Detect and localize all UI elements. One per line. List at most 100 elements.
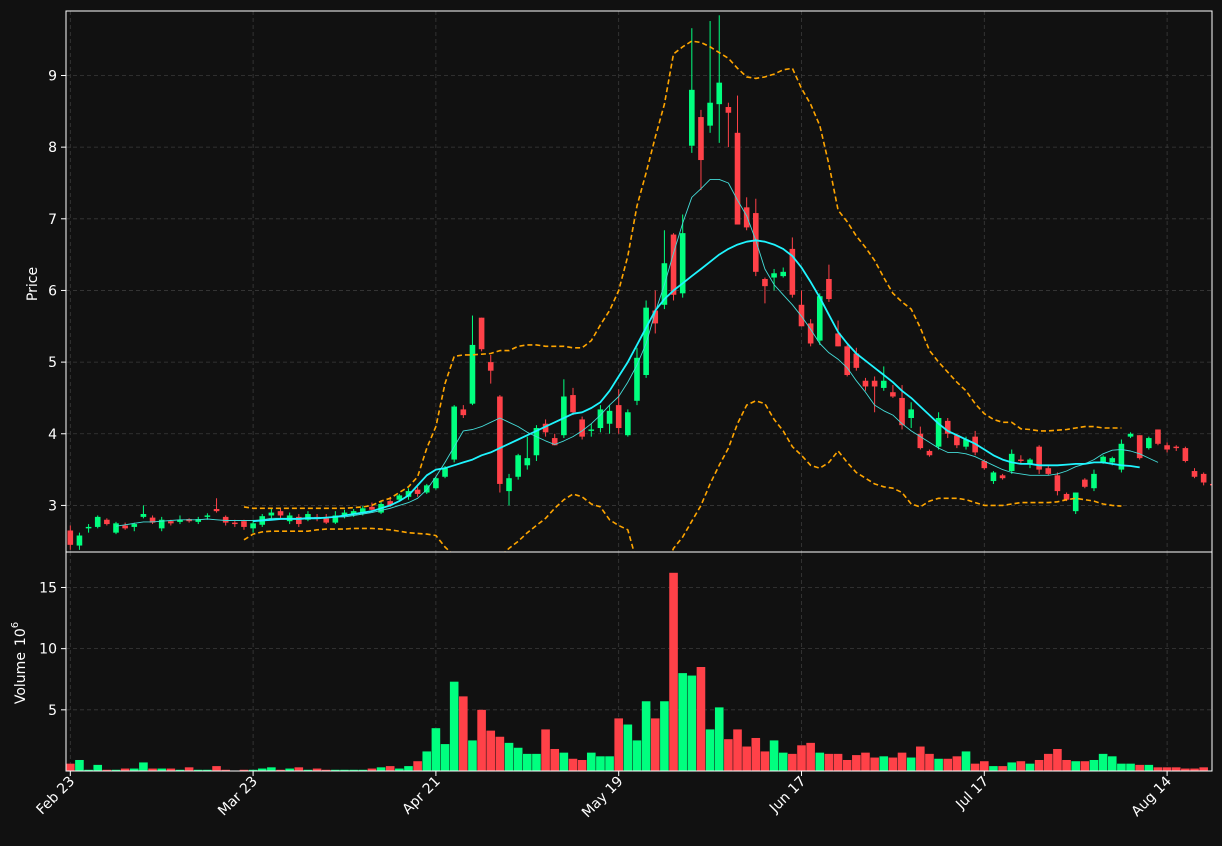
- volume-bar: [980, 761, 989, 771]
- volume-bar: [761, 751, 770, 771]
- volume-bar: [66, 764, 75, 771]
- candle-body: [918, 434, 924, 448]
- candle-body: [991, 472, 997, 481]
- candle-body: [95, 517, 101, 527]
- candle-body: [744, 207, 750, 227]
- candle-body: [214, 509, 220, 511]
- volume-bar: [422, 751, 431, 771]
- volume-bar: [916, 747, 925, 771]
- volume-bar: [468, 740, 477, 771]
- volume-bar: [486, 731, 495, 771]
- volume-bar: [569, 759, 578, 771]
- volume-bar: [413, 761, 422, 771]
- volume-bar: [678, 673, 687, 771]
- volume-bar: [633, 740, 642, 771]
- candle-body: [470, 345, 476, 404]
- candle-body: [908, 409, 914, 418]
- candle-body: [607, 411, 613, 424]
- volume-bar: [962, 751, 971, 771]
- candle-body: [872, 381, 878, 387]
- volume-bar: [697, 667, 706, 771]
- volume-bar: [212, 766, 221, 771]
- candle-body: [1173, 447, 1179, 448]
- volume-bar: [1090, 760, 1099, 771]
- candle-body: [1091, 474, 1097, 488]
- candle-body: [442, 468, 448, 477]
- volume-y-tick-label: 15: [39, 580, 57, 596]
- candle-body: [323, 518, 329, 522]
- volume-bar: [1053, 749, 1062, 771]
- candle-body: [579, 419, 585, 436]
- candle-body: [131, 524, 137, 527]
- candle-body: [927, 451, 933, 455]
- volume-y-tick-label: 5: [48, 703, 57, 719]
- volume-bar: [477, 710, 486, 771]
- candle-body: [881, 381, 887, 388]
- candle-body: [113, 523, 119, 532]
- volume-bar: [898, 753, 907, 771]
- candle-body: [625, 412, 631, 435]
- candle-body: [86, 527, 92, 528]
- volume-bar: [404, 766, 413, 771]
- candle-body: [771, 273, 777, 277]
- candle-body: [77, 536, 83, 546]
- candle-body: [1192, 471, 1198, 477]
- candle-body: [753, 213, 759, 272]
- volume-bar: [724, 739, 733, 771]
- price-y-tick-label: 5: [48, 355, 57, 371]
- candle-body: [269, 513, 275, 516]
- candle-body: [141, 514, 147, 517]
- volume-bar: [1007, 762, 1016, 771]
- candle-body: [250, 523, 256, 528]
- price-y-tick-label: 7: [48, 212, 57, 228]
- candle-body: [369, 507, 375, 510]
- candle-body: [1128, 434, 1134, 437]
- volume-bar: [587, 753, 596, 771]
- candle-body: [168, 521, 174, 523]
- volume-bar: [505, 743, 514, 771]
- volume-bar: [267, 767, 276, 771]
- candle-body: [241, 521, 247, 527]
- volume-bar: [514, 748, 523, 771]
- volume-bar: [1163, 767, 1172, 771]
- candle-body: [1082, 480, 1088, 487]
- volume-bar: [843, 760, 852, 771]
- candle-body: [707, 103, 713, 126]
- candle-body: [415, 490, 421, 494]
- volume-bar: [669, 573, 678, 771]
- volume-bar: [688, 676, 697, 771]
- candle-body: [735, 133, 741, 225]
- candle-body: [588, 429, 594, 430]
- volume-bar: [596, 756, 605, 771]
- volume-axis-label: Volume106: [10, 622, 29, 704]
- volume-bar: [93, 765, 102, 771]
- candle-body: [223, 517, 229, 523]
- candle-body: [1146, 438, 1152, 448]
- volume-bar: [1099, 754, 1108, 771]
- volume-bar: [815, 753, 824, 771]
- volume-bar: [550, 749, 559, 771]
- candle-body: [506, 478, 512, 491]
- volume-bar: [742, 747, 751, 771]
- candle-body: [68, 531, 74, 545]
- volume-bar: [971, 764, 980, 771]
- volume-bar: [834, 754, 843, 771]
- volume-bar: [75, 760, 84, 771]
- volume-bar: [523, 754, 532, 771]
- candle-body: [525, 458, 531, 465]
- candle-body: [899, 398, 905, 425]
- candle-body: [1201, 474, 1207, 483]
- stock-chart: 3456789 51015 Feb 23Mar 23Apr 21May 19Ju…: [0, 0, 1222, 842]
- volume-bar: [779, 753, 788, 771]
- candle-body: [689, 90, 695, 146]
- volume-bar: [496, 737, 505, 771]
- candle-body: [698, 117, 704, 160]
- volume-bar: [651, 718, 660, 771]
- candle-body: [716, 83, 722, 104]
- volume-bar: [541, 729, 550, 771]
- volume-bar: [1035, 760, 1044, 771]
- volume-bar: [788, 754, 797, 771]
- price-y-tick-label: 4: [48, 427, 57, 443]
- volume-bar: [925, 754, 934, 771]
- candle-body: [1055, 475, 1061, 491]
